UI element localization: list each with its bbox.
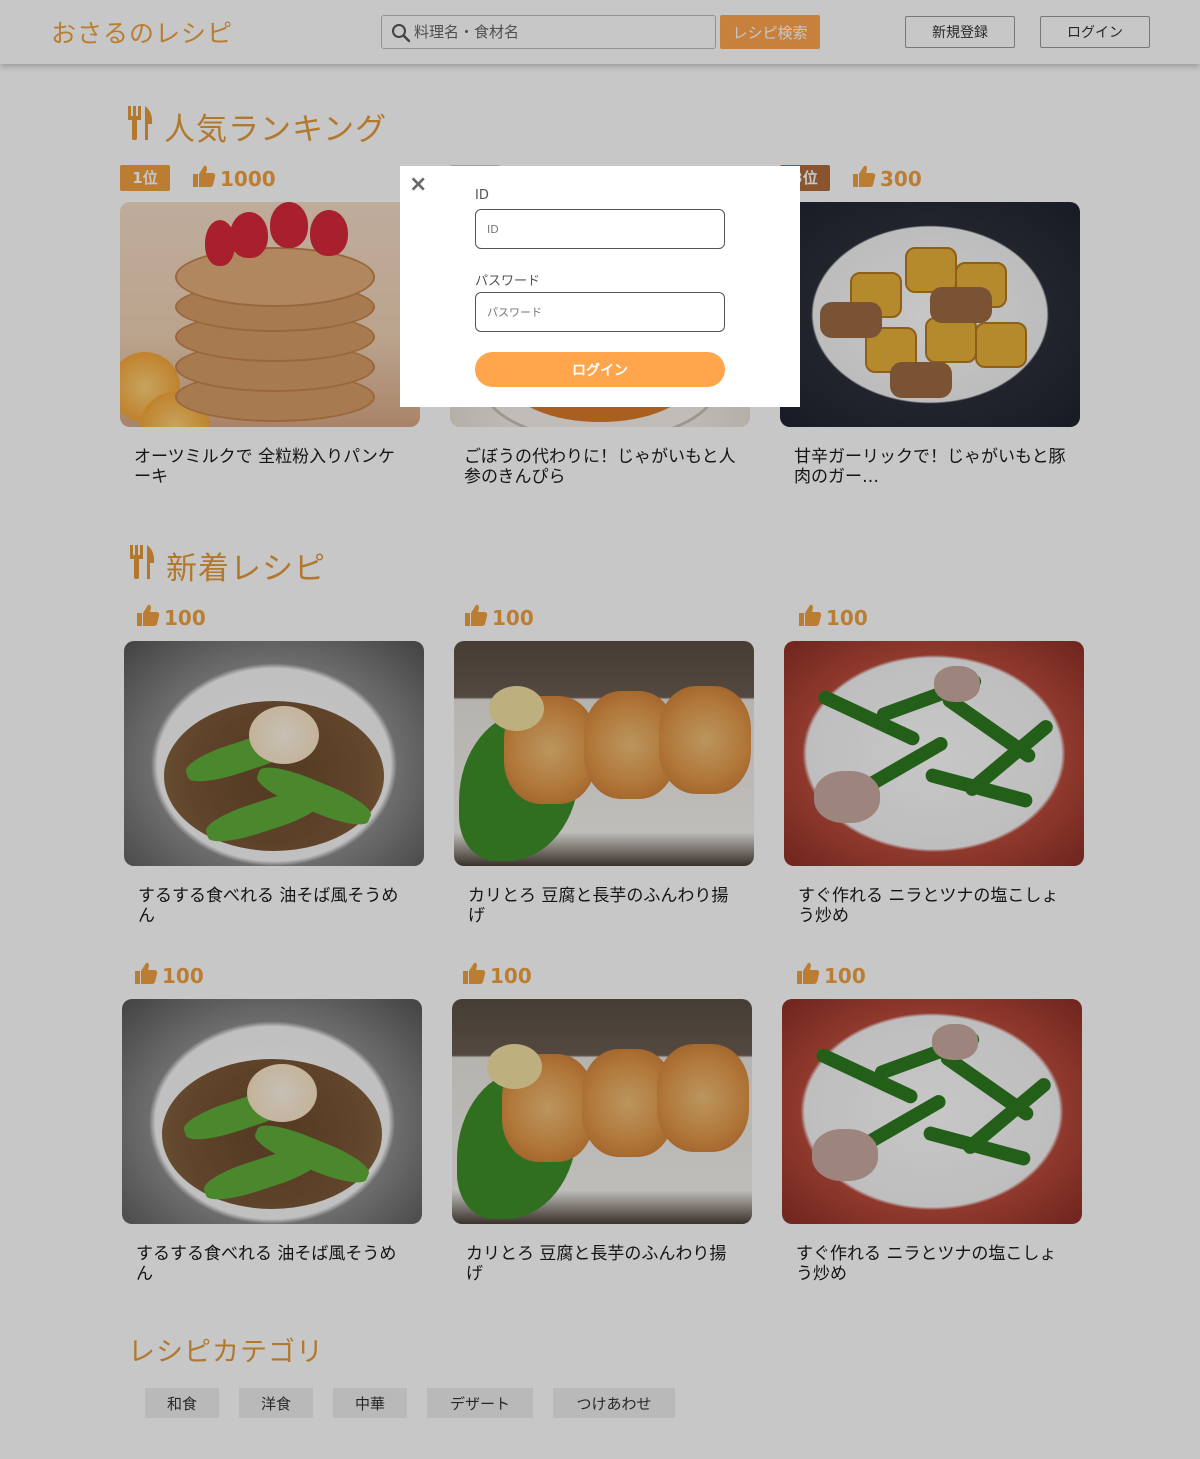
password-field[interactable]: [475, 292, 725, 332]
id-field[interactable]: [475, 209, 725, 249]
password-label: パスワード: [475, 274, 541, 289]
close-icon[interactable]: ×: [409, 172, 427, 197]
id-label: ID: [475, 188, 489, 203]
login-modal: × ID パスワード ログイン: [400, 166, 800, 407]
login-submit-button[interactable]: ログイン: [475, 352, 725, 387]
